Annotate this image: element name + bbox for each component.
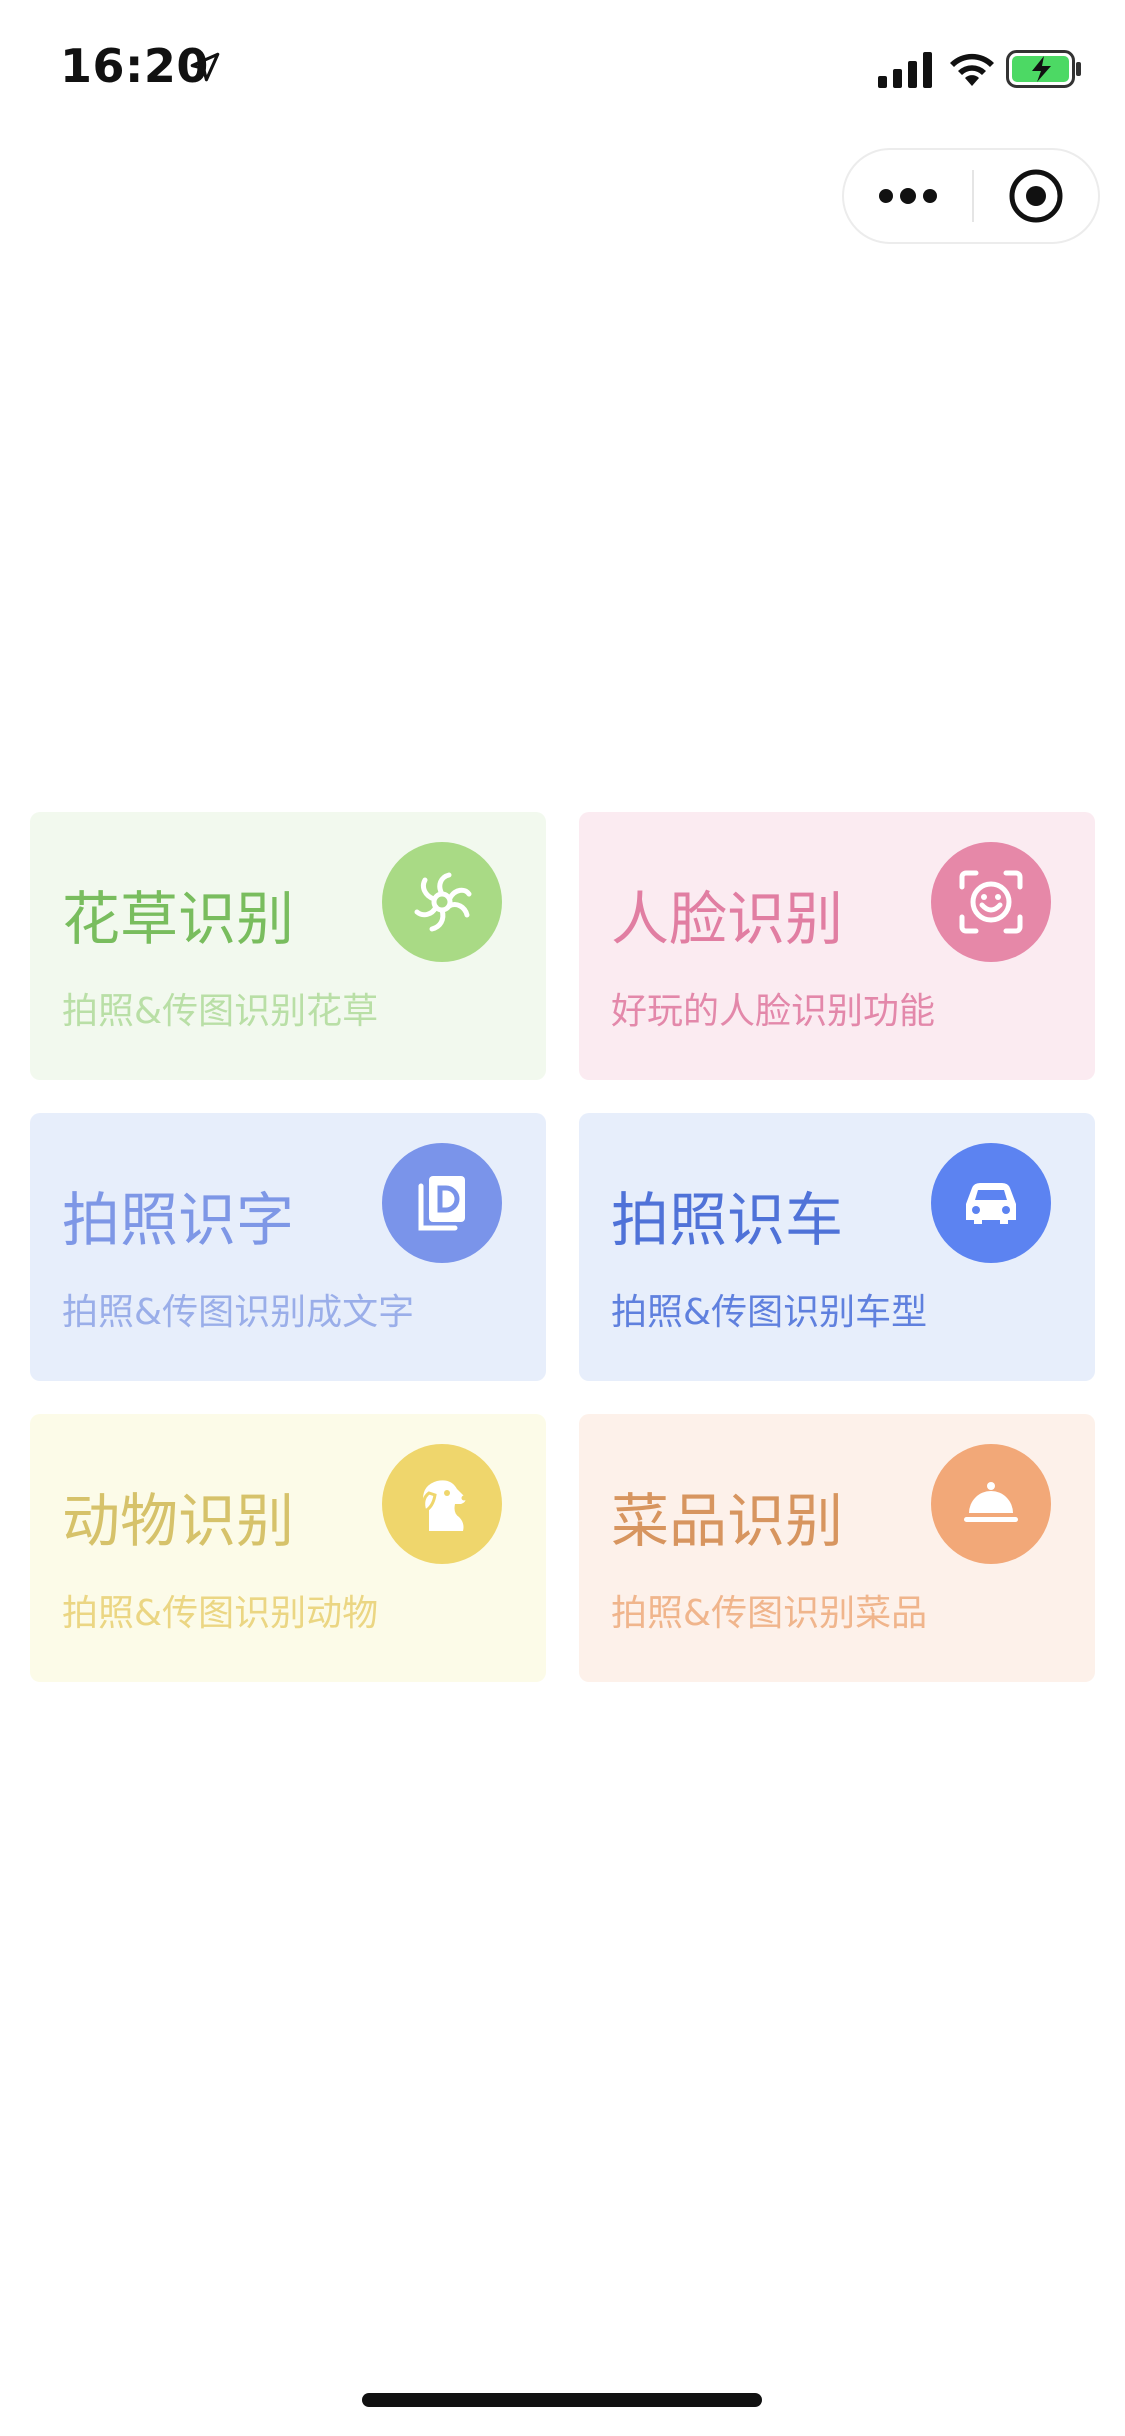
car-icon [931, 1143, 1051, 1263]
card-title: 拍照识车 [611, 1186, 844, 1254]
card-food-recognition[interactable]: 菜品识别 拍照&传图识别菜品 [579, 1414, 1095, 1682]
card-face-recognition[interactable]: 人脸识别 好玩的人脸识别功能 [579, 812, 1095, 1080]
document-icon [382, 1143, 502, 1263]
flower-icon [382, 842, 502, 962]
wifi-icon [950, 53, 994, 86]
card-subtitle: 拍照&传图识别花草 [62, 991, 379, 1032]
more-button[interactable] [844, 150, 972, 242]
close-button[interactable] [974, 150, 1098, 242]
card-title: 花草识别 [62, 885, 295, 953]
card-title: 拍照识字 [62, 1186, 295, 1254]
status-bar: 16:20 [0, 0, 1125, 140]
card-subtitle: 拍照&传图识别菜品 [611, 1593, 928, 1634]
face-icon [931, 842, 1051, 962]
dog-icon [382, 1444, 502, 1564]
card-subtitle: 好玩的人脸识别功能 [611, 991, 936, 1032]
battery-charging-icon [1006, 50, 1081, 88]
card-subtitle: 拍照&传图识别成文字 [62, 1292, 415, 1333]
food-dome-icon [931, 1444, 1051, 1564]
status-time: 16:20 [60, 39, 209, 93]
card-title: 菜品识别 [611, 1487, 844, 1555]
home-indicator [362, 2393, 762, 2407]
card-title: 人脸识别 [611, 885, 844, 953]
card-title: 动物识别 [62, 1487, 295, 1555]
close-target-icon [1009, 169, 1063, 223]
card-animal-recognition[interactable]: 动物识别 拍照&传图识别动物 [30, 1414, 546, 1682]
card-subtitle: 拍照&传图识别动物 [62, 1593, 379, 1634]
card-subtitle: 拍照&传图识别车型 [611, 1292, 928, 1333]
card-flower-recognition[interactable]: 花草识别 拍照&传图识别花草 [30, 812, 546, 1080]
location-arrow-icon [190, 52, 220, 82]
miniprogram-capsule [842, 148, 1100, 244]
card-car-recognition[interactable]: 拍照识车 拍照&传图识别车型 [579, 1113, 1095, 1381]
card-text-recognition[interactable]: 拍照识字 拍照&传图识别成文字 [30, 1113, 546, 1381]
signal-icon [878, 52, 932, 88]
more-dots-icon [879, 188, 937, 204]
